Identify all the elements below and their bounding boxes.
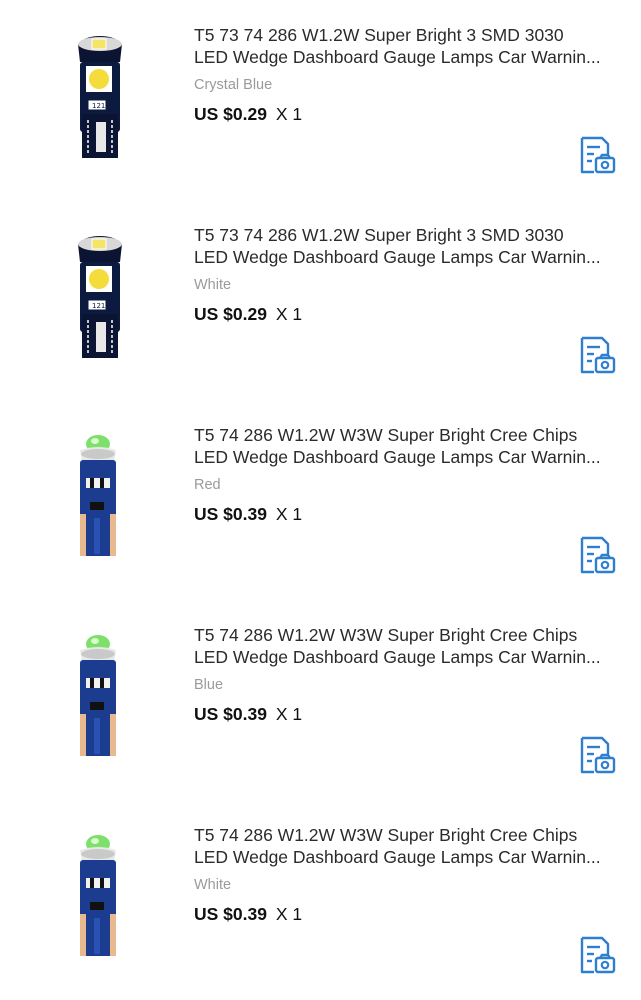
product-title[interactable]: T5 73 74 286 W1.2W Super Bright 3 SMD 30…	[194, 224, 614, 268]
product-price: US $0.39	[194, 904, 267, 924]
product-title-line: T5 74 286 W1.2W W3W Super Bright Cree Ch…	[194, 825, 578, 845]
product-title-line: T5 73 74 286 W1.2W Super Bright 3 SMD 30…	[194, 225, 564, 245]
product-title-line: LED Wedge Dashboard Gauge Lamps Car Warn…	[194, 847, 601, 867]
order-item[interactable]: T5 73 74 286 W1.2W Super Bright 3 SMD 30…	[0, 200, 641, 400]
photo-review-icon[interactable]	[578, 535, 616, 575]
product-title[interactable]: T5 73 74 286 W1.2W Super Bright 3 SMD 30…	[194, 24, 614, 68]
price-row: US $0.39 X 1	[194, 904, 302, 925]
product-price: US $0.39	[194, 504, 267, 524]
product-title[interactable]: T5 74 286 W1.2W W3W Super Bright Cree Ch…	[194, 424, 614, 468]
product-title[interactable]: T5 74 286 W1.2W W3W Super Bright Cree Ch…	[194, 624, 614, 668]
product-price: US $0.39	[194, 704, 267, 724]
order-item[interactable]: T5 74 286 W1.2W W3W Super Bright Cree Ch…	[0, 600, 641, 800]
photo-review-icon[interactable]	[578, 135, 616, 175]
product-title-line: LED Wedge Dashboard Gauge Lamps Car Warn…	[194, 247, 601, 267]
product-quantity: X 1	[275, 304, 303, 324]
product-title-line: T5 73 74 286 W1.2W Super Bright 3 SMD 30…	[194, 25, 564, 45]
product-title-line: LED Wedge Dashboard Gauge Lamps Car Warn…	[194, 47, 601, 67]
product-quantity: X 1	[275, 104, 303, 124]
product-image[interactable]	[40, 822, 170, 972]
product-variant: Red	[194, 477, 221, 493]
product-title-line: T5 74 286 W1.2W W3W Super Bright Cree Ch…	[194, 425, 578, 445]
order-item[interactable]: T5 74 286 W1.2W W3W Super Bright Cree Ch…	[0, 400, 641, 600]
photo-review-icon[interactable]	[578, 935, 616, 975]
product-title[interactable]: T5 74 286 W1.2W W3W Super Bright Cree Ch…	[194, 824, 614, 868]
product-quantity: X 1	[275, 504, 303, 524]
product-image[interactable]	[40, 22, 170, 172]
product-image[interactable]	[40, 622, 170, 772]
product-image[interactable]	[40, 422, 170, 572]
product-variant: White	[194, 877, 232, 893]
price-row: US $0.39 X 1	[194, 504, 302, 525]
product-quantity: X 1	[275, 904, 303, 924]
price-row: US $0.39 X 1	[194, 704, 302, 725]
order-item[interactable]: T5 73 74 286 W1.2W Super Bright 3 SMD 30…	[0, 0, 641, 200]
product-image[interactable]	[40, 222, 170, 372]
product-title-line: LED Wedge Dashboard Gauge Lamps Car Warn…	[194, 647, 601, 667]
product-quantity: X 1	[275, 704, 303, 724]
order-item[interactable]: T5 74 286 W1.2W W3W Super Bright Cree Ch…	[0, 800, 641, 1000]
product-variant: Crystal Blue	[194, 77, 273, 93]
product-title-line: T5 74 286 W1.2W W3W Super Bright Cree Ch…	[194, 625, 578, 645]
product-variant: White	[194, 277, 232, 293]
photo-review-icon[interactable]	[578, 335, 616, 375]
product-price: US $0.29	[194, 104, 267, 124]
photo-review-icon[interactable]	[578, 735, 616, 775]
product-title-line: LED Wedge Dashboard Gauge Lamps Car Warn…	[194, 447, 601, 467]
order-item-list: T5 73 74 286 W1.2W Super Bright 3 SMD 30…	[0, 0, 641, 1000]
price-row: US $0.29 X 1	[194, 304, 302, 325]
product-variant: Blue	[194, 677, 224, 693]
price-row: US $0.29 X 1	[194, 104, 302, 125]
product-price: US $0.29	[194, 304, 267, 324]
